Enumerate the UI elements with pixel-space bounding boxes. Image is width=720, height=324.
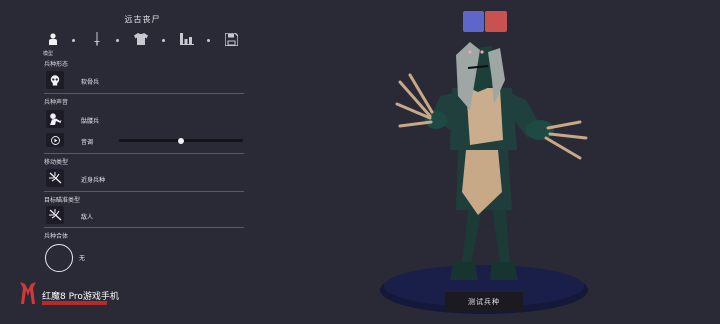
test-unit-button[interactable]: 测试兵种 [445, 292, 523, 312]
shirt-icon [134, 33, 148, 45]
voice-value: 骷髅兵 [81, 118, 100, 125]
save-icon [224, 32, 238, 46]
section-unit-form: 兵种形态 软骨兵 [44, 59, 244, 95]
section-label: 移动类型 [44, 159, 69, 166]
step-separator [116, 39, 119, 42]
device-watermark: 红魔8 Pro游戏手机 [18, 280, 138, 310]
section-label: 目标瞄准类型 [44, 197, 81, 204]
step-separator [72, 39, 75, 42]
unit-name-title: 远古丧尸 [124, 15, 161, 24]
step-model[interactable] [44, 30, 62, 48]
primary-color-swatch[interactable] [463, 11, 484, 32]
section-target-type: 目标瞄准类型 敌人 [44, 195, 244, 230]
step-stats[interactable] [178, 30, 196, 48]
crossbow-icon [48, 172, 61, 184]
redmagic-logo-icon [20, 282, 36, 304]
combine-value: 无 [79, 255, 86, 262]
divider [44, 153, 244, 154]
section-label: 兵种合体 [44, 233, 69, 240]
crossbow-icon [48, 209, 61, 221]
editor-steps [44, 30, 244, 52]
divider [44, 191, 244, 192]
voice-option[interactable] [46, 110, 64, 128]
target-option[interactable] [46, 206, 64, 224]
section-unit-voice: 兵种声音 骷髅兵 音调 [44, 97, 244, 155]
step-weapon[interactable] [88, 30, 106, 48]
step-separator [207, 39, 210, 42]
divider [44, 227, 244, 228]
skeleton-icon [49, 113, 61, 125]
play-icon [50, 135, 60, 145]
target-value: 敌人 [81, 214, 94, 221]
step-separator [162, 39, 165, 42]
step-save[interactable] [222, 30, 240, 48]
pitch-slider[interactable] [119, 137, 243, 144]
section-unit-combine: 兵种合体 无 [44, 231, 244, 271]
divider [44, 93, 244, 94]
movement-option[interactable] [46, 169, 64, 187]
form-option[interactable] [46, 71, 64, 89]
skull-icon [50, 74, 60, 85]
section-label: 兵种形态 [44, 61, 69, 68]
pitch-label: 音调 [81, 139, 94, 146]
combine-slot[interactable] [45, 244, 73, 272]
play-voice-button[interactable] [46, 133, 64, 147]
movement-value: 近身兵种 [81, 177, 106, 184]
secondary-color-swatch[interactable] [485, 11, 507, 32]
watermark-text: 红魔8 Pro游戏手机 [42, 292, 119, 302]
body-icon [49, 33, 57, 45]
section-label: 兵种声音 [44, 99, 69, 106]
active-step-label: 模型 [43, 51, 54, 57]
pitch-slider-thumb[interactable] [178, 137, 184, 144]
stats-icon [180, 33, 194, 45]
form-value: 软骨兵 [81, 79, 100, 86]
step-outfit[interactable] [132, 30, 150, 48]
sword-icon [94, 32, 100, 46]
zombie-unit-model [395, 42, 588, 280]
section-movement-type: 移动类型 近身兵种 [44, 157, 244, 195]
unit-editor-panel: 远古丧尸 模型 兵种形态 软骨兵 兵种声音 骷髅兵 音调 移动类型 近身兵种 目… [0, 0, 250, 324]
